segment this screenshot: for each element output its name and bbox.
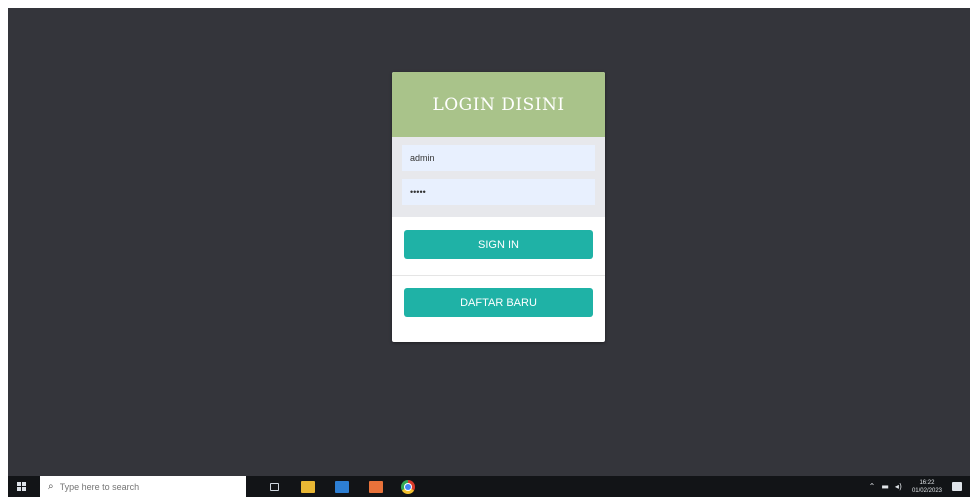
clock[interactable]: 16:22 01/02/2023 <box>912 479 942 495</box>
login-card: LOGIN DISINI SIGN IN DAFTAR BARU <box>392 72 605 342</box>
taskbar: ⌕ ⌃ ▬ ◂) 16:22 01/02/2023 <box>8 476 970 497</box>
store-icon[interactable] <box>335 480 349 493</box>
volume-icon[interactable]: ◂) <box>895 482 902 491</box>
register-section: DAFTAR BARU <box>392 276 605 317</box>
login-title: LOGIN DISINI <box>392 72 605 137</box>
system-tray: ⌃ ▬ ◂) 16:22 01/02/2023 <box>869 476 970 497</box>
clock-date: 01/02/2023 <box>911 487 942 494</box>
username-field[interactable] <box>402 145 595 171</box>
password-field[interactable] <box>402 179 595 205</box>
desktop-screen: LOGIN DISINI SIGN IN DAFTAR BARU ⌕ ⌃ <box>8 8 970 497</box>
chevron-up-icon[interactable]: ⌃ <box>869 482 876 491</box>
task-view-icon[interactable] <box>270 482 279 491</box>
register-button[interactable]: DAFTAR BARU <box>404 288 593 317</box>
clock-time: 16:22 <box>919 479 935 486</box>
search-input[interactable] <box>59 481 220 492</box>
start-button[interactable] <box>8 476 34 497</box>
sign-in-button[interactable]: SIGN IN <box>404 230 593 259</box>
windows-start-icon <box>16 482 26 491</box>
signin-section: SIGN IN <box>392 217 605 276</box>
notification-icon[interactable] <box>952 482 962 491</box>
office-icon[interactable] <box>369 480 383 493</box>
network-icon[interactable]: ▬ <box>881 482 889 491</box>
file-explorer-icon[interactable] <box>301 480 315 493</box>
search-icon: ⌕ <box>48 481 54 492</box>
login-fields-panel <box>392 137 605 217</box>
chrome-icon[interactable] <box>401 479 415 494</box>
taskbar-search[interactable]: ⌕ <box>40 476 246 497</box>
